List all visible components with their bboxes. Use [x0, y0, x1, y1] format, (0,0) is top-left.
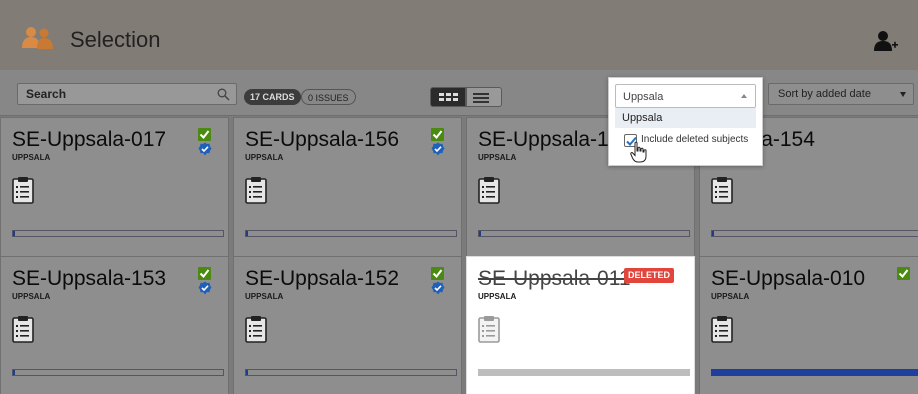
issues-count-badge: 0 ISSUES	[301, 89, 356, 105]
chevron-down-icon	[900, 92, 906, 97]
progress-fill	[246, 370, 249, 375]
clipboard-form-icon	[245, 176, 267, 204]
card-title[interactable]: SE-Uppsala-153	[12, 267, 166, 291]
subject-card[interactable]: SE-Uppsala-017 UPPSALA	[0, 117, 229, 257]
progress-fill	[13, 231, 16, 236]
progress-fill	[246, 231, 249, 236]
card-site: UPPSALA	[478, 153, 517, 162]
sort-label: Sort by added date	[778, 88, 871, 100]
add-user-icon[interactable]	[873, 30, 899, 52]
card-title[interactable]: SE-Uppsala-017	[12, 128, 166, 152]
card-title[interactable]: SE-Uppsala-010	[711, 267, 865, 291]
checkmark-icon	[897, 267, 910, 280]
site-filter-popup: Uppsala Uppsala Include deleted subjects	[608, 77, 763, 166]
progress-bar	[478, 369, 690, 376]
clipboard-form-icon	[711, 176, 733, 204]
verified-icon	[198, 142, 212, 156]
site-filter-option[interactable]: Uppsala	[615, 108, 756, 128]
progress-fill	[13, 370, 16, 375]
checkmark-icon	[431, 128, 444, 141]
view-toggle	[430, 87, 502, 107]
checkmark-icon	[431, 267, 444, 280]
subject-card[interactable]: SE-Uppsala-011 UPPSALA DELETED	[466, 256, 695, 394]
progress-bar	[711, 230, 918, 237]
hand-pointer-icon	[630, 141, 647, 163]
clipboard-form-icon	[245, 315, 267, 343]
verified-icon	[198, 281, 212, 295]
include-deleted-row[interactable]: Include deleted subjects	[615, 130, 756, 163]
page-title: Selection	[70, 27, 161, 52]
include-deleted-label: Include deleted subjects	[641, 134, 749, 145]
site-filter-select[interactable]: Uppsala	[615, 84, 756, 108]
progress-bar	[12, 369, 224, 376]
chevron-up-icon	[741, 94, 747, 98]
progress-bar	[711, 369, 918, 376]
subject-card[interactable]: SE-Uppsala-156 UPPSALA	[233, 117, 462, 257]
subject-card[interactable]: SE-Uppsala-010 UPPSALA	[699, 256, 918, 394]
verified-icon	[431, 142, 445, 156]
progress-bar	[245, 369, 457, 376]
header-bar: Selection	[0, 0, 918, 70]
grid-view-button[interactable]	[430, 87, 466, 107]
progress-bar	[12, 230, 224, 237]
card-site: UPPSALA	[245, 153, 284, 162]
card-site: UPPSALA	[12, 153, 51, 162]
list-view-button[interactable]	[466, 87, 502, 107]
clipboard-form-icon	[478, 315, 500, 343]
progress-bar	[245, 230, 457, 237]
checkmark-icon	[198, 267, 211, 280]
toolbar: Search 17 CARDS 0 ISSUES Sort by added d…	[0, 70, 918, 116]
clipboard-form-icon	[12, 176, 34, 204]
card-status	[198, 128, 212, 156]
card-site: UPPSALA	[245, 292, 284, 301]
sort-dropdown[interactable]: Sort by added date	[768, 83, 914, 105]
card-title[interactable]: SE-Uppsala-1	[478, 128, 609, 152]
checkmark-icon	[198, 128, 211, 141]
subject-card[interactable]: SE-Uppsala-152 UPPSALA	[233, 256, 462, 394]
clipboard-form-icon	[12, 315, 34, 343]
card-status	[198, 267, 212, 295]
people-icon	[22, 27, 53, 49]
clipboard-form-icon	[711, 315, 733, 343]
card-status	[431, 267, 445, 295]
verified-icon	[431, 281, 445, 295]
card-title[interactable]: SE-Uppsala-156	[245, 128, 399, 152]
progress-bar	[478, 230, 690, 237]
search-input[interactable]: Search	[17, 83, 237, 105]
card-status	[431, 128, 445, 156]
subject-card[interactable]: SE-Uppsala-153 UPPSALA	[0, 256, 229, 394]
card-site: UPPSALA	[12, 292, 51, 301]
progress-fill	[479, 231, 482, 236]
magnifier-icon[interactable]	[217, 88, 230, 101]
deleted-badge: DELETED	[624, 268, 675, 283]
card-site: UPPSALA	[711, 292, 750, 301]
card-title[interactable]: SE-Uppsala-011	[478, 267, 631, 291]
cards-count-badge: 17 CARDS	[244, 89, 301, 105]
grid-view-icon	[439, 93, 458, 101]
card-site: UPPSALA	[478, 292, 517, 301]
site-filter-option-label: Uppsala	[622, 112, 663, 124]
list-view-icon	[473, 93, 489, 103]
site-filter-selected: Uppsala	[623, 91, 664, 103]
card-status	[897, 267, 911, 295]
progress-fill	[711, 369, 918, 376]
clipboard-form-icon	[478, 176, 500, 204]
card-title[interactable]: SE-Uppsala-152	[245, 267, 399, 291]
search-label: Search	[26, 87, 67, 101]
progress-fill	[712, 231, 715, 236]
